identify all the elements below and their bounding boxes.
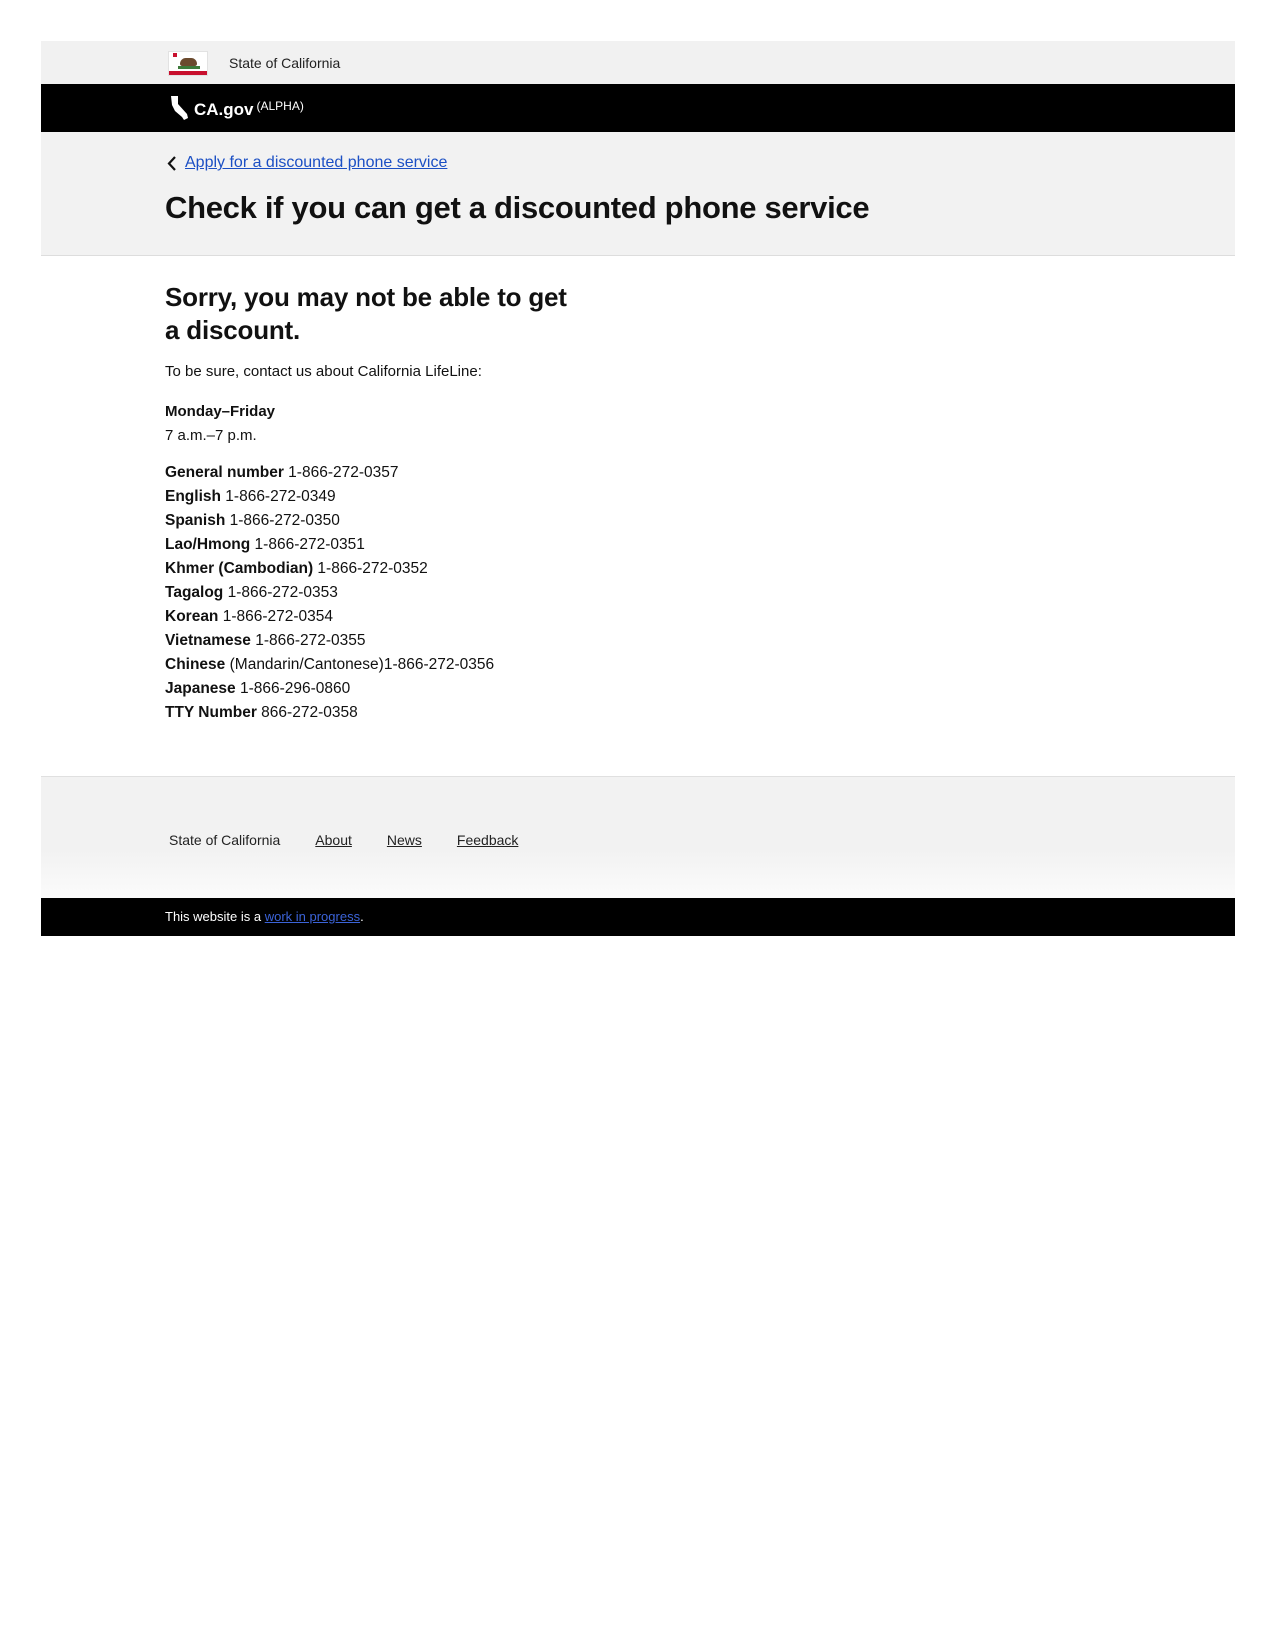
phone-label: Vietnamese [165,632,251,649]
phone-number[interactable]: 1-866-272-0352 [313,560,427,577]
phone-number[interactable]: 1-866-272-0349 [221,488,335,505]
phone-label: TTY Number [165,704,257,721]
cagov-logo[interactable]: CA.gov (ALPHA) [194,99,304,120]
phone-number[interactable]: 1-866-272-0354 [218,608,333,625]
phone-item: Tagalog 1-866-272-0353 [165,581,494,605]
phone-number[interactable]: 1-866-272-0355 [251,632,365,649]
phone-item: Korean 1-866-272-0354 [165,605,494,629]
state-bar: State of California [41,41,1235,84]
office-days: Monday–Friday [165,403,276,420]
cagov-header: CA.gov (ALPHA) [41,84,1235,132]
phone-item: Khmer (Cambodian) 1-866-272-0352 [165,557,494,581]
phone-label: English [165,488,221,505]
work-in-progress-notice: This website is a work in progress. [165,909,364,924]
phone-item: TTY Number 866-272-0358 [165,701,494,725]
result-heading: Sorry, you may not be able to get a disc… [165,282,567,345]
work-in-progress-bar: This website is a work in progress. [41,898,1235,936]
state-of-california-label: State of California [229,55,341,71]
back-link-label[interactable]: Apply for a discounted phone service [185,154,447,172]
office-hours: Monday–Friday 7 a.m.–7 p.m. [165,400,275,448]
phone-label: Khmer (Cambodian) [165,560,314,577]
office-time: 7 a.m.–7 p.m. [165,427,257,444]
page-header: Apply for a discounted phone service Che… [41,132,1235,256]
page-frame: State of California CA.gov (ALPHA) Apply … [41,41,1235,936]
phone-label: Chinese [165,656,226,673]
phone-number[interactable]: 1-866-296-0860 [236,680,350,697]
footer-news-link[interactable]: News [387,832,422,848]
phone-item: Vietnamese 1-866-272-0355 [165,629,494,653]
phone-item: Chinese (Mandarin/Cantonese)1-866-272-03… [165,653,494,677]
phone-number[interactable]: 1-866-272-0351 [250,536,365,553]
phone-list: General number 1-866-272-0357 English 1-… [165,461,494,725]
phone-item: English 1-866-272-0349 [165,485,494,509]
phone-number[interactable]: 866-272-0358 [257,704,358,721]
phone-label: General number [165,464,284,481]
site-footer: State of California About News Feedback [41,776,1235,898]
california-flag-icon [168,51,208,76]
work-in-progress-link[interactable]: work in progress [265,909,360,924]
footer-feedback-link[interactable]: Feedback [457,832,518,848]
phone-label: Spanish [165,512,226,529]
phone-label: Lao/Hmong [165,536,251,553]
contact-intro: To be sure, contact us about California … [165,363,482,380]
footer-state-label: State of California [169,832,281,848]
phone-label: Tagalog [165,584,224,601]
main-content: Sorry, you may not be able to get a disc… [41,256,1235,776]
footer-nav: State of California About News Feedback [169,832,553,848]
phone-number[interactable]: 1-866-272-0357 [284,464,398,481]
page-title: Check if you can get a discounted phone … [165,190,870,225]
chevron-left-icon [167,155,176,171]
phone-item: Lao/Hmong 1-866-272-0351 [165,533,494,557]
phone-item: General number 1-866-272-0357 [165,461,494,485]
phone-item: Japanese 1-866-296-0860 [165,677,494,701]
phone-label: Korean [165,608,219,625]
phone-number[interactable]: 1-866-272-0353 [223,584,338,601]
back-link[interactable]: Apply for a discounted phone service [164,154,447,172]
footer-about-link[interactable]: About [315,832,352,848]
alpha-badge: (ALPHA) [256,99,304,113]
phone-number[interactable]: 1-866-272-0350 [225,512,340,529]
california-outline-icon [171,96,188,120]
phone-label: Japanese [165,680,236,697]
phone-number[interactable]: (Mandarin/Cantonese)1-866-272-0356 [225,656,495,673]
phone-item: Spanish 1-866-272-0350 [165,509,494,533]
